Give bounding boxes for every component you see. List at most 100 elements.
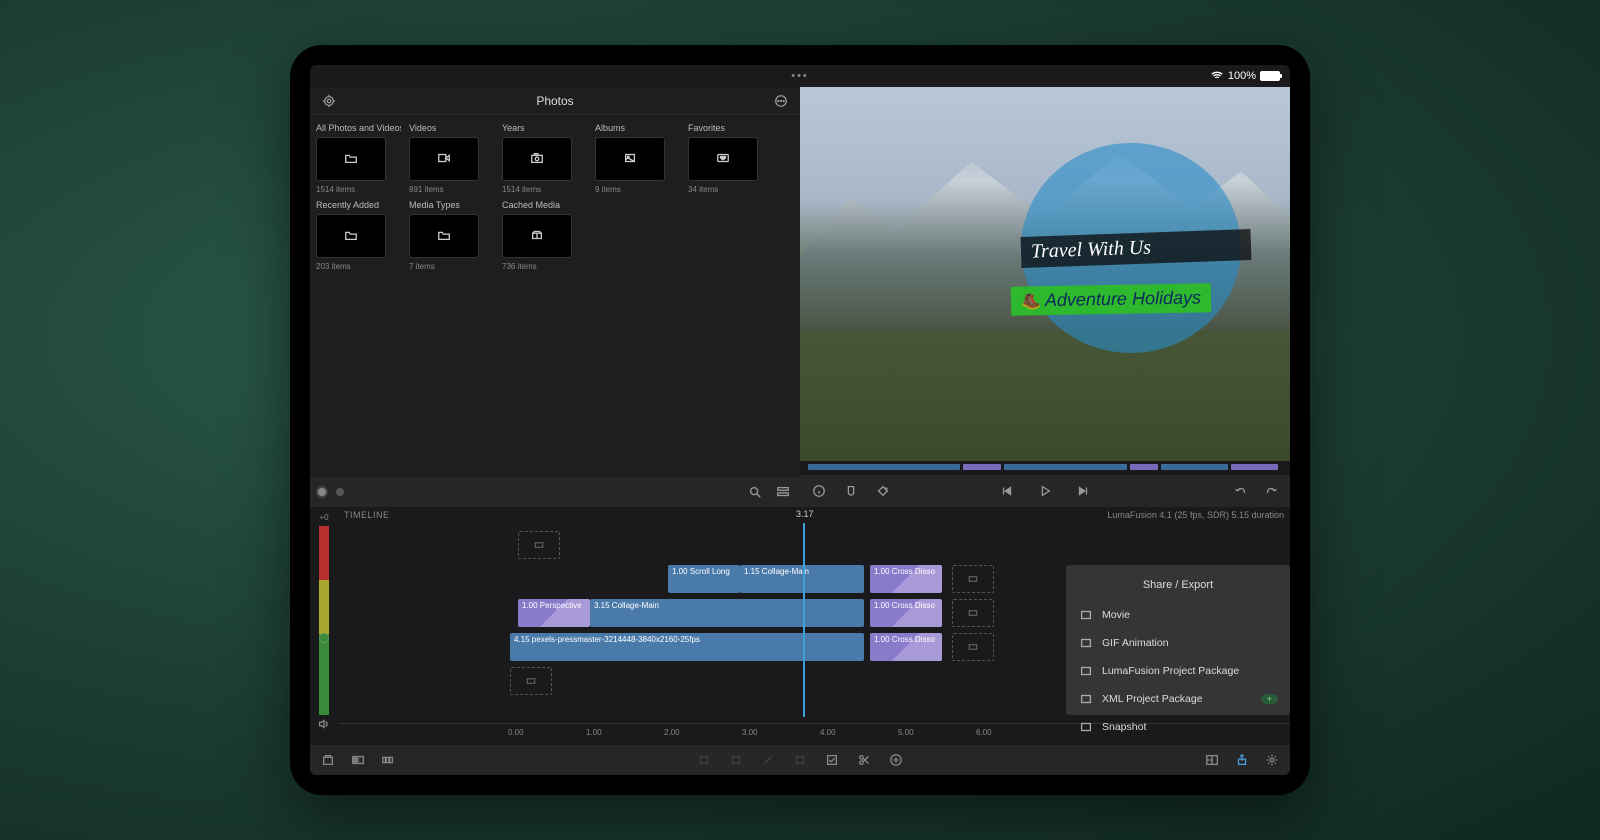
play-icon[interactable] <box>1036 482 1054 500</box>
checkbox-icon[interactable] <box>824 752 840 768</box>
category-label: Media Types <box>409 200 494 210</box>
tool-icon[interactable] <box>792 752 808 768</box>
tool-icon[interactable] <box>728 752 744 768</box>
xml-icon <box>1078 692 1094 706</box>
category-thumb <box>502 137 572 181</box>
timeline-clip[interactable]: 1.15 Collage-Main <box>740 565 864 593</box>
skip-forward-icon[interactable] <box>1074 482 1092 500</box>
marker-icon[interactable] <box>842 482 860 500</box>
sort-icon[interactable] <box>774 483 792 501</box>
playhead-time: 3.17 <box>796 509 814 519</box>
preview-panel: Travel With Us 🥾 Adventure Holidays <box>800 87 1290 507</box>
preview-subtitle: 🥾 Adventure Holidays <box>1010 283 1210 315</box>
export-option[interactable]: GIF Animation <box>1066 629 1290 657</box>
library-footer <box>310 477 800 507</box>
export-option-label: LumaFusion Project Package <box>1102 665 1239 677</box>
timeline-clip[interactable]: 3.15 Collage-Main <box>590 599 864 627</box>
multitask-dots[interactable]: ••• <box>791 70 809 82</box>
timeline-clip[interactable]: 1.00 Scroll Long <box>668 565 740 593</box>
category-thumb <box>316 137 386 181</box>
library-options-icon[interactable] <box>772 92 790 110</box>
category-thumb <box>502 214 572 258</box>
scissors-icon[interactable] <box>856 752 872 768</box>
library-title: Photos <box>536 94 573 108</box>
plus-badge: + <box>1261 694 1278 704</box>
ruler-tick: 3.00 <box>742 728 758 737</box>
export-option[interactable]: LumaFusion Project Package <box>1066 657 1290 685</box>
empty-clip-slot[interactable] <box>952 599 994 627</box>
category-thumb <box>409 214 479 258</box>
timeline-clip[interactable]: 1.00 Cross Disso <box>870 599 942 627</box>
media-page-dot[interactable] <box>336 488 344 496</box>
category-item[interactable]: Years 1514 items <box>502 123 587 194</box>
timeline-clip[interactable]: 1.00 Cross Disso <box>870 565 942 593</box>
info-icon[interactable] <box>810 482 828 500</box>
category-count: 736 items <box>502 262 587 271</box>
category-item[interactable]: Recently Added 203 items <box>316 200 401 271</box>
ruler-tick: 1.00 <box>586 728 602 737</box>
export-option-label: XML Project Package <box>1102 693 1203 705</box>
add-icon[interactable] <box>888 752 904 768</box>
meter-label: +0 <box>319 513 328 522</box>
video-preview[interactable]: Travel With Us 🥾 Adventure Holidays <box>800 87 1290 461</box>
movie-icon <box>1078 608 1094 622</box>
category-item[interactable]: Videos 891 items <box>409 123 494 194</box>
bottom-toolbar <box>310 745 1290 775</box>
category-count: 9 items <box>595 185 680 194</box>
category-label: Cached Media <box>502 200 587 210</box>
category-label: Albums <box>595 123 680 133</box>
audio-meter: +0 <box>310 507 338 745</box>
tablet-frame: ••• 100% Photos All Photos and Videos 15… <box>290 45 1310 795</box>
tool-icon[interactable] <box>696 752 712 768</box>
boot-icon: 🥾 <box>1021 291 1041 311</box>
category-label: Recently Added <box>316 200 401 210</box>
preview-subtitle-text: Adventure Holidays <box>1044 288 1200 312</box>
settings-icon[interactable] <box>1264 752 1280 768</box>
category-item[interactable]: All Photos and Videos 1514 items <box>316 123 401 194</box>
category-thumb <box>595 137 665 181</box>
timeline-clip[interactable]: 1.00 Perspective <box>518 599 590 627</box>
scrub-bar[interactable] <box>800 461 1290 475</box>
tool-icon[interactable] <box>760 752 776 768</box>
category-thumb <box>409 137 479 181</box>
category-item[interactable]: Favorites 34 items <box>688 123 773 194</box>
export-option[interactable]: Movie <box>1066 601 1290 629</box>
ruler-tick: 2.00 <box>664 728 680 737</box>
export-title: Share / Export <box>1066 573 1290 601</box>
battery-percent: 100% <box>1228 70 1256 82</box>
category-label: Videos <box>409 123 494 133</box>
undo-icon[interactable] <box>1232 482 1250 500</box>
tracks-icon[interactable] <box>380 752 396 768</box>
ruler-tick: 0.00 <box>508 728 524 737</box>
library-source-icon[interactable] <box>320 92 338 110</box>
empty-clip-slot[interactable] <box>952 565 994 593</box>
export-option[interactable]: Snapshot <box>1066 713 1290 741</box>
timeline-view-icon[interactable] <box>350 752 366 768</box>
timeline-clip[interactable]: 1.00 Cross Disso <box>870 633 942 661</box>
category-count: 1514 items <box>316 185 401 194</box>
export-option-label: Snapshot <box>1102 721 1146 733</box>
empty-clip-slot[interactable] <box>510 667 552 695</box>
category-item[interactable]: Albums 9 items <box>595 123 680 194</box>
export-icon[interactable] <box>320 752 336 768</box>
speaker-icon[interactable] <box>315 715 333 733</box>
playhead[interactable] <box>803 523 805 717</box>
timeline-main[interactable]: TIMELINE 3.17 LumaFusion 4.1 (25 fps, SD… <box>338 507 1290 745</box>
category-label: All Photos and Videos <box>316 123 401 133</box>
track-row[interactable] <box>338 531 1290 561</box>
export-option[interactable]: XML Project Package + <box>1066 685 1290 713</box>
empty-clip-slot[interactable] <box>518 531 560 559</box>
keyframe-icon[interactable] <box>874 482 892 500</box>
ruler-tick: 6.00 <box>976 728 992 737</box>
skip-back-icon[interactable] <box>998 482 1016 500</box>
redo-icon[interactable] <box>1262 482 1280 500</box>
media-page-dot[interactable] <box>318 488 326 496</box>
layout-icon[interactable] <box>1204 752 1220 768</box>
category-count: 7 items <box>409 262 494 271</box>
category-item[interactable]: Cached Media 736 items <box>502 200 587 271</box>
empty-clip-slot[interactable] <box>952 633 994 661</box>
timeline-clip[interactable]: 4.15 pexels-pressmaster-3214448-3840x216… <box>510 633 864 661</box>
category-item[interactable]: Media Types 7 items <box>409 200 494 271</box>
share-icon[interactable] <box>1234 752 1250 768</box>
search-icon[interactable] <box>746 483 764 501</box>
